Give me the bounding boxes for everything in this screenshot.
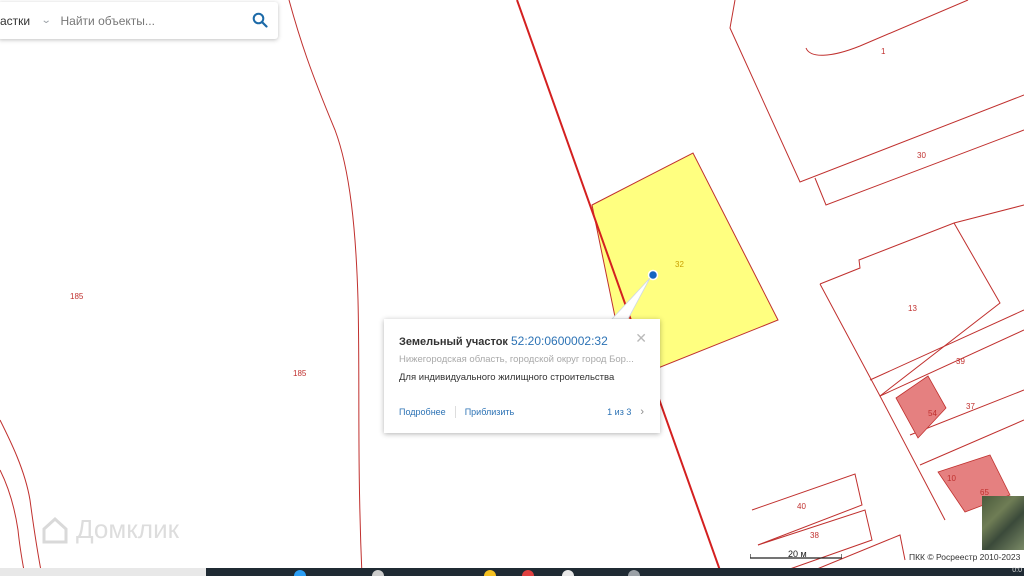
parcel-38 — [757, 509, 873, 576]
popup-title: Земельный участок 52:20:0600002:32 — [399, 334, 608, 348]
basemap-switcher[interactable] — [982, 496, 1024, 550]
app-icon[interactable] — [628, 570, 640, 576]
boundary-line — [0, 469, 26, 576]
copyright-text: ПКК © Росреестр 2010-2023 — [909, 552, 1021, 562]
zoom-link[interactable]: Приблизить — [465, 407, 515, 417]
house-logo-icon — [42, 516, 68, 543]
parcel-info-popup: Земельный участок 52:20:0600002:32 ✕ Ниж… — [384, 319, 660, 433]
parcel-39 — [869, 309, 1024, 381]
scale-label: 20 м — [788, 549, 807, 559]
boundary-line — [953, 204, 1024, 224]
parcel-number: 38 — [810, 531, 819, 540]
boundary-line — [805, 0, 969, 56]
watermark-text: Домклик — [76, 514, 179, 544]
divider — [454, 406, 456, 418]
search-box: астки ⌄ — [0, 2, 278, 39]
search-input[interactable] — [58, 12, 235, 29]
search-icon[interactable] — [252, 12, 268, 28]
cadastral-number[interactable]: 52:20:0600002:32 — [511, 334, 608, 348]
parcel-number: 185 — [293, 369, 307, 378]
location-marker — [647, 269, 659, 281]
boundary-line — [919, 419, 1024, 466]
popup-address: Нижегородская область, городской округ г… — [399, 354, 634, 365]
popup-actions: Подробнее Приблизить — [399, 406, 514, 418]
app-icon[interactable] — [484, 570, 496, 576]
parcel-number: 13 — [908, 304, 917, 313]
app-icon[interactable] — [522, 570, 534, 576]
pager-label: 1 из 3 — [607, 407, 632, 417]
app-icon[interactable] — [372, 570, 384, 576]
parcel-30 — [814, 129, 1024, 206]
parcel-number: 30 — [917, 151, 926, 160]
details-link[interactable]: Подробнее — [399, 407, 446, 417]
taskbar: 0:0 — [0, 567, 1024, 576]
clock: 0:0 — [1012, 567, 1022, 574]
app-icon[interactable] — [294, 570, 306, 576]
watermark: Домклик — [40, 514, 179, 545]
layer-selector[interactable]: астки — [0, 14, 30, 28]
cadastral-map[interactable]: 1 30 32 13 39 54 37 10 65 40 38 185 185 — [0, 0, 1024, 576]
app-icon[interactable] — [562, 570, 574, 576]
parcel-number: 10 — [947, 474, 956, 483]
parcel-number: 1 — [881, 47, 886, 56]
boundary-line — [288, 0, 363, 576]
parcel-number: 185 — [70, 292, 84, 301]
chevron-down-icon[interactable]: ⌄ — [41, 15, 52, 26]
popup-title-type: Земельный участок — [399, 336, 508, 348]
parcel-number: 32 — [675, 260, 684, 269]
close-icon[interactable]: ✕ — [635, 330, 647, 347]
chevron-right-icon[interactable]: › — [640, 406, 644, 418]
taskbar-search-area[interactable] — [0, 568, 206, 576]
popup-pager: 1 из 3 › — [607, 406, 644, 418]
parcel-number: 37 — [966, 402, 975, 411]
parcel-number: 54 — [928, 409, 937, 418]
parcel-number: 39 — [956, 357, 965, 366]
parcel-1 — [729, 0, 1024, 183]
popup-purpose: Для индивидуального жилищного строительс… — [399, 372, 615, 383]
parcel-number: 40 — [797, 502, 806, 511]
parcel-40 — [751, 473, 863, 546]
